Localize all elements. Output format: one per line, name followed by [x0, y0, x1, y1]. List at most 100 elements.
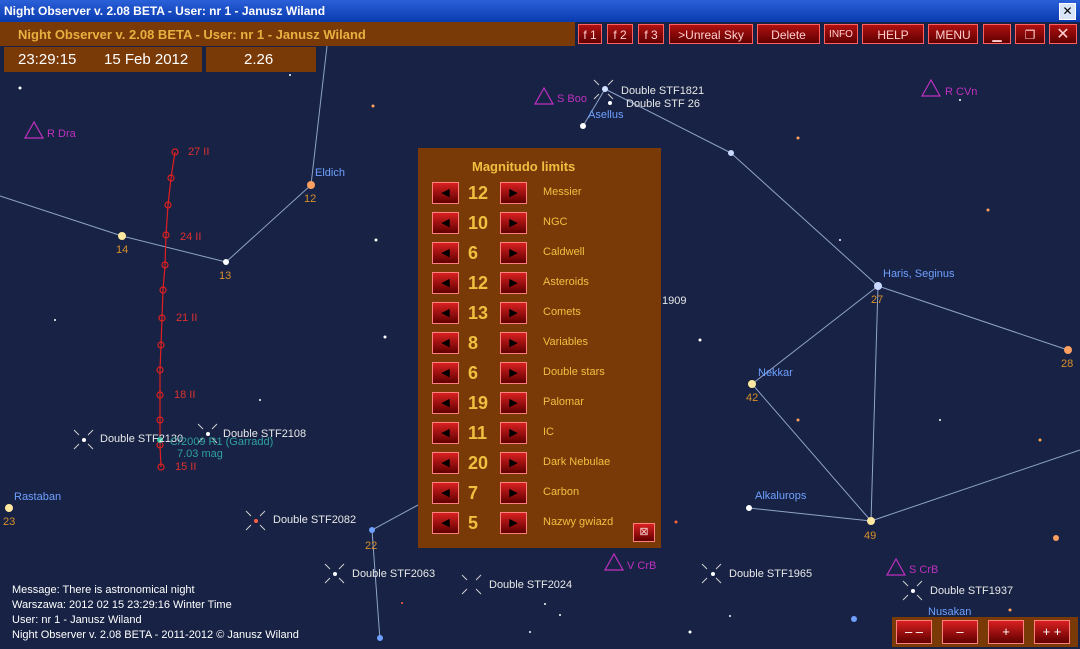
magnitude-row-variables: ◀ 8 ▶ Variables	[418, 328, 661, 358]
zoom-out-button[interactable]: –	[942, 620, 978, 644]
increase-button[interactable]: ▶	[500, 242, 527, 264]
maximize-button[interactable]: ❐	[1015, 24, 1045, 44]
magnitude-value: 6	[468, 363, 479, 383]
current-time: 23:29:15	[18, 51, 77, 68]
arrow-left-icon: ◀	[441, 277, 450, 289]
increase-button[interactable]: ▶	[500, 182, 527, 204]
zoom-out-more-button[interactable]: – –	[896, 620, 932, 644]
unreal-sky-button[interactable]: >Unreal Sky	[669, 24, 753, 44]
zoom-in-more-button[interactable]: + +	[1034, 620, 1070, 644]
increase-button[interactable]: ▶	[500, 482, 527, 504]
decrease-button[interactable]: ◀	[432, 452, 459, 474]
arrow-right-icon: ▶	[509, 517, 518, 529]
star-label-r-dra[interactable]: R Dra	[47, 128, 76, 140]
star-label-eldich[interactable]: Eldich	[315, 167, 345, 179]
magnitude-label: Nazwy gwiazd	[543, 516, 614, 528]
increase-button[interactable]: ▶	[500, 452, 527, 474]
star-label-double-stf1965[interactable]: Double STF1965	[729, 568, 812, 580]
magnitude-label: Caldwell	[543, 246, 585, 258]
window-close-button[interactable]: ✕	[1059, 3, 1076, 20]
close-icon: ✕	[1056, 26, 1070, 43]
decrease-button[interactable]: ◀	[432, 392, 459, 414]
arrow-left-icon: ◀	[441, 247, 450, 259]
close-button[interactable]: ✕	[1049, 24, 1077, 44]
minimize-button[interactable]: ▁	[983, 24, 1011, 44]
comet-date-label: 21 II	[176, 312, 198, 324]
comet-label[interactable]: C/2009 R1 (Garradd)	[170, 436, 273, 448]
magnitude-value: 19	[468, 393, 489, 413]
star-label-nekkar[interactable]: Nekkar	[758, 367, 793, 379]
star-label-rastaban[interactable]: Rastaban	[14, 491, 61, 503]
decrease-button[interactable]: ◀	[432, 422, 459, 444]
arrow-left-icon: ◀	[441, 367, 450, 379]
decrease-button[interactable]: ◀	[432, 512, 459, 534]
increase-button[interactable]: ▶	[500, 362, 527, 384]
decrease-button[interactable]: ◀	[432, 182, 459, 204]
info-button[interactable]: INFO	[824, 24, 858, 44]
comet-date-label: 15 II	[175, 461, 197, 473]
magnitude-label: Double stars	[543, 366, 605, 378]
arrow-left-icon: ◀	[441, 187, 450, 199]
decrease-button[interactable]: ◀	[432, 272, 459, 294]
arrow-left-icon: ◀	[441, 337, 450, 349]
menu-button[interactable]: MENU	[928, 24, 978, 44]
star-label-double-stf2024[interactable]: Double STF2024	[489, 579, 572, 591]
star-label-double-stf1821[interactable]: Double STF1821	[621, 85, 704, 97]
star-label-asellus[interactable]: Asellus	[588, 109, 623, 121]
app-title: Night Observer v. 2.08 BETA - User: nr 1…	[18, 27, 366, 42]
star-label-s-crb[interactable]: S CrB	[909, 564, 938, 576]
f2-button[interactable]: f 2	[607, 24, 633, 44]
arrow-right-icon: ▶	[509, 337, 518, 349]
star-label-v-crb[interactable]: V CrB	[627, 560, 656, 572]
magnitude-row-asteroids: ◀ 12 ▶ Asteroids	[418, 268, 661, 298]
increase-button[interactable]: ▶	[500, 422, 527, 444]
arrow-left-icon: ◀	[441, 427, 450, 439]
help-button[interactable]: HELP	[862, 24, 924, 44]
magnitude-row-carbon: ◀ 7 ▶ Carbon	[418, 478, 661, 508]
star-label-s-boo[interactable]: S Boo	[557, 93, 587, 105]
increase-button[interactable]: ▶	[500, 272, 527, 294]
magnitude-row-double-stars: ◀ 6 ▶ Double stars	[418, 358, 661, 388]
magnitude-label: 14	[116, 244, 129, 256]
star-label-double-stf26[interactable]: Double STF 26	[626, 98, 700, 110]
arrow-right-icon: ▶	[509, 217, 518, 229]
decrease-button[interactable]: ◀	[432, 362, 459, 384]
star-label-alkalurops[interactable]: Alkalurops	[755, 490, 806, 502]
decrease-button[interactable]: ◀	[432, 302, 459, 324]
zoom-in-button[interactable]: +	[988, 620, 1024, 644]
decrease-button[interactable]: ◀	[432, 332, 459, 354]
f3-button[interactable]: f 3	[638, 24, 664, 44]
decrease-button[interactable]: ◀	[432, 482, 459, 504]
magnitude-label: 42	[746, 392, 759, 404]
star-label-r-cvn[interactable]: R CVn	[945, 86, 977, 98]
increase-button[interactable]: ▶	[500, 512, 527, 534]
decrease-button[interactable]: ◀	[432, 242, 459, 264]
comet-date-label: 27 II	[188, 146, 210, 158]
magnitude-label: Messier	[543, 186, 582, 198]
delete-button[interactable]: Delete	[757, 24, 820, 44]
increase-button[interactable]: ▶	[500, 302, 527, 324]
current-date: 15 Feb 2012	[104, 51, 189, 68]
increase-button[interactable]: ▶	[500, 392, 527, 414]
f1-button[interactable]: f 1	[578, 24, 602, 44]
status-message: Message: There is astronomical night	[12, 584, 195, 596]
magnitude-label: 28	[1061, 358, 1074, 370]
magnitude-value: 13	[468, 303, 489, 323]
magnitude-row-ic: ◀ 11 ▶ IC	[418, 418, 661, 448]
arrow-right-icon: ▶	[509, 397, 518, 409]
star-label-double-stf2063[interactable]: Double STF2063	[352, 568, 435, 580]
arrow-right-icon: ▶	[509, 307, 518, 319]
comet-date-label: 18 II	[174, 389, 196, 401]
arrow-left-icon: ◀	[441, 517, 450, 529]
star-label-double-stf1937[interactable]: Double STF1937	[930, 585, 1013, 597]
star-label-haris[interactable]: Haris, Seginus	[883, 268, 955, 280]
magnitude-row-comets: ◀ 13 ▶ Comets	[418, 298, 661, 328]
decrease-button[interactable]: ◀	[432, 212, 459, 234]
arrow-right-icon: ▶	[509, 457, 518, 469]
panel-close-button[interactable]: ⊠	[633, 523, 655, 542]
arrow-left-icon: ◀	[441, 487, 450, 499]
object-label-1909[interactable]: 1909	[662, 295, 686, 307]
increase-button[interactable]: ▶	[500, 332, 527, 354]
increase-button[interactable]: ▶	[500, 212, 527, 234]
star-label-double-stf2082[interactable]: Double STF2082	[273, 514, 356, 526]
